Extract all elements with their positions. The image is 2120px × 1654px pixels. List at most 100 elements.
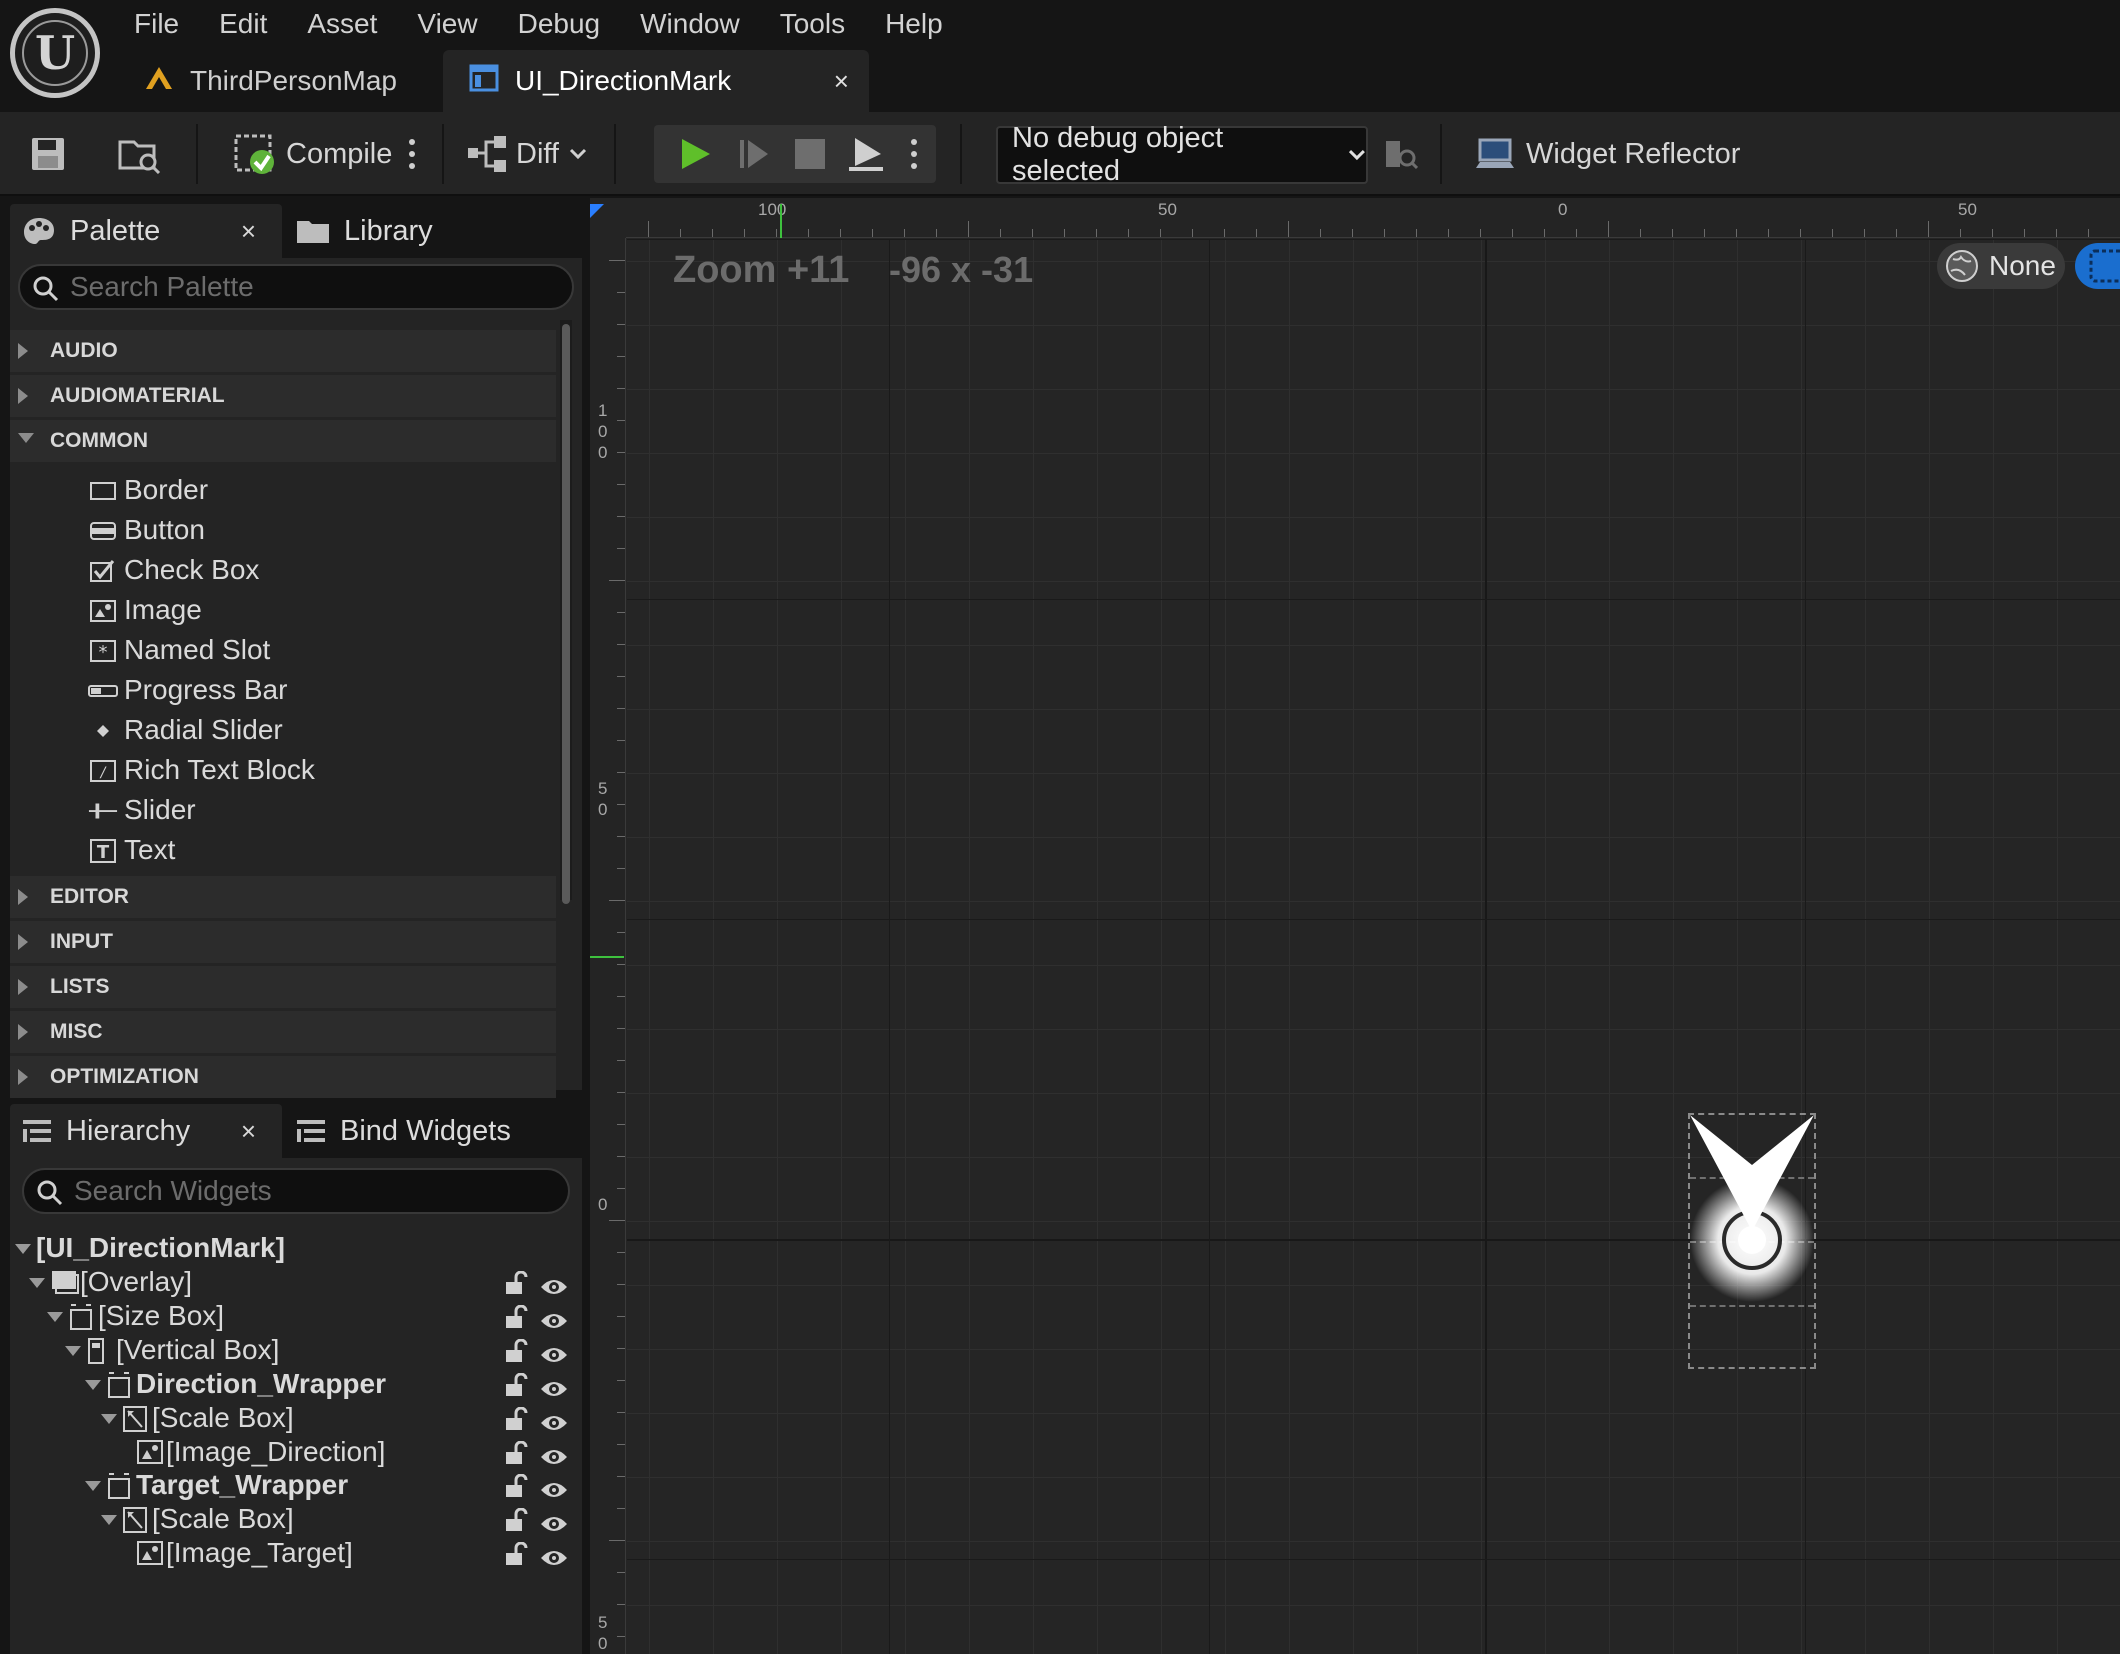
category-label: EDITOR	[50, 885, 129, 908]
tree-node-root[interactable]: [UI_DirectionMark]	[10, 1232, 582, 1266]
lock-icon[interactable]	[504, 1440, 528, 1472]
tree-node-image-direction[interactable]: [Image_Direction]	[10, 1436, 582, 1470]
compile-options-button[interactable]	[408, 112, 416, 196]
tree-node-label: [Vertical Box]	[116, 1333, 280, 1365]
tree-node-overlay[interactable]: [Overlay]	[10, 1266, 582, 1300]
step-button[interactable]	[726, 125, 782, 183]
collapse-arrow-icon[interactable]	[84, 1480, 102, 1492]
expand-arrow-icon	[18, 889, 28, 905]
palette-item-named-slot[interactable]: * Named Slot	[10, 630, 556, 670]
palette-item-rich-text-block[interactable]: / Rich Text Block	[10, 750, 556, 790]
lock-icon[interactable]	[504, 1372, 528, 1404]
tree-node-size-box[interactable]: [Size Box]	[10, 1300, 582, 1334]
menu-file[interactable]: File	[118, 0, 203, 48]
collapse-arrow-icon[interactable]	[28, 1277, 46, 1289]
unreal-logo-icon[interactable]: U	[10, 8, 100, 98]
lock-icon[interactable]	[504, 1541, 528, 1573]
tree-node-scale-box[interactable]: [Scale Box]	[10, 1503, 582, 1537]
category-audio[interactable]: AUDIO	[10, 330, 556, 372]
tab-palette[interactable]: Palette ×	[10, 204, 282, 258]
hierarchy-search-input[interactable]: Search Widgets	[22, 1168, 570, 1214]
palette-item-border[interactable]: Border	[10, 470, 556, 510]
tab-ui-direction-mark[interactable]: UI_DirectionMark ×	[442, 50, 869, 112]
diff-button[interactable]: Diff	[466, 112, 587, 196]
screen-size-button[interactable]	[2075, 243, 2120, 289]
play-icon	[682, 139, 710, 169]
debug-object-dropdown[interactable]: No debug object selected	[996, 122, 1368, 187]
eject-button[interactable]	[838, 125, 894, 183]
scrollbar-thumb[interactable]	[562, 324, 570, 904]
design-canvas[interactable]: Zoom +11 -96 x -31 None	[627, 239, 2120, 1654]
ruler-tick	[1192, 229, 1193, 237]
palette-item-radial-slider[interactable]: Radial Slider	[10, 710, 556, 750]
close-hierarchy-button[interactable]: ×	[241, 1116, 256, 1147]
lock-icon[interactable]	[504, 1406, 528, 1438]
lock-icon[interactable]	[504, 1473, 528, 1505]
designer-viewport[interactable]: 100 50 0 50 1 0 0 5 0 0 5 0 Zoom +11 -96 x -31…	[590, 198, 2120, 1654]
widget-preview-bounds[interactable]	[1688, 1113, 1816, 1369]
menu-tools[interactable]: Tools	[764, 0, 869, 48]
compile-button[interactable]: Compile	[234, 112, 392, 196]
palette-item-image[interactable]: Image	[10, 590, 556, 630]
toolbar-separator	[196, 124, 198, 184]
save-button[interactable]	[30, 112, 66, 196]
palette-search-input[interactable]: Search Palette	[18, 264, 574, 310]
tree-node-scale-box[interactable]: [Scale Box]	[10, 1402, 582, 1436]
palette-scrollbar[interactable]	[560, 320, 572, 904]
stop-button[interactable]	[782, 125, 838, 183]
lock-icon[interactable]	[504, 1338, 528, 1370]
menu-debug[interactable]: Debug	[502, 0, 625, 48]
category-optimization[interactable]: OPTIMIZATION	[10, 1056, 556, 1098]
ruler-tick	[617, 1156, 625, 1157]
tab-label: Palette	[70, 214, 161, 247]
tab-hierarchy[interactable]: Hierarchy ×	[10, 1104, 282, 1158]
ruler-tick	[1608, 221, 1609, 237]
menu-edit[interactable]: Edit	[203, 0, 291, 48]
tree-node-vertical-box[interactable]: [Vertical Box]	[10, 1334, 582, 1368]
menu-help[interactable]: Help	[869, 0, 967, 48]
close-tab-button[interactable]: ×	[754, 66, 849, 97]
menu-asset[interactable]: Asset	[291, 0, 401, 48]
ruler-tick	[617, 324, 625, 325]
tree-node-direction-wrapper[interactable]: Direction_Wrapper	[10, 1368, 582, 1402]
close-palette-button[interactable]: ×	[241, 216, 256, 247]
category-common[interactable]: COMMON	[10, 420, 556, 462]
tab-third-person-map[interactable]: ThirdPersonMap	[118, 50, 417, 112]
category-editor[interactable]: EDITOR	[10, 876, 556, 918]
category-lists[interactable]: LISTS	[10, 966, 556, 1008]
ruler-tick	[617, 388, 625, 389]
collapse-arrow-icon[interactable]	[100, 1413, 118, 1425]
lock-icon[interactable]	[504, 1270, 528, 1302]
play-button[interactable]	[668, 125, 724, 183]
visibility-eye-icon[interactable]	[540, 1543, 568, 1575]
category-audiomaterial[interactable]: AUDIOMATERIAL	[10, 375, 556, 417]
palette-item-progress-bar[interactable]: Progress Bar	[10, 670, 556, 710]
find-debug-object-button[interactable]	[1384, 112, 1418, 196]
palette-item-text[interactable]: T Text	[10, 830, 556, 870]
collapse-arrow-icon[interactable]	[46, 1311, 64, 1323]
dpi-preview-button[interactable]: None	[1937, 243, 2065, 289]
category-misc[interactable]: MISC	[10, 1011, 556, 1053]
tree-node-image-target[interactable]: [Image_Target]	[10, 1537, 582, 1571]
palette-item-button[interactable]: Button	[10, 510, 556, 550]
play-options-button[interactable]	[900, 125, 928, 183]
tab-library[interactable]: Library	[282, 204, 433, 258]
collapse-arrow-icon[interactable]	[64, 1345, 82, 1357]
widget-reflector-button[interactable]: Widget Reflector	[1476, 112, 1740, 196]
expand-arrow-icon	[18, 388, 28, 404]
menu-view[interactable]: View	[401, 0, 501, 48]
palette-item-slider[interactable]: Slider	[10, 790, 556, 830]
collapse-arrow-icon[interactable]	[84, 1379, 102, 1391]
ruler-tick	[617, 612, 625, 613]
lock-icon[interactable]	[504, 1304, 528, 1336]
menu-window[interactable]: Window	[624, 0, 764, 48]
browse-asset-button[interactable]	[118, 112, 162, 196]
tab-bind-widgets[interactable]: Bind Widgets	[282, 1104, 511, 1158]
collapse-arrow-icon[interactable]	[14, 1243, 32, 1255]
ruler-tick	[617, 772, 625, 773]
tree-node-target-wrapper[interactable]: Target_Wrapper	[10, 1469, 582, 1503]
lock-icon[interactable]	[504, 1507, 528, 1539]
category-input[interactable]: INPUT	[10, 921, 556, 963]
collapse-arrow-icon[interactable]	[100, 1514, 118, 1526]
palette-item-check-box[interactable]: Check Box	[10, 550, 556, 590]
